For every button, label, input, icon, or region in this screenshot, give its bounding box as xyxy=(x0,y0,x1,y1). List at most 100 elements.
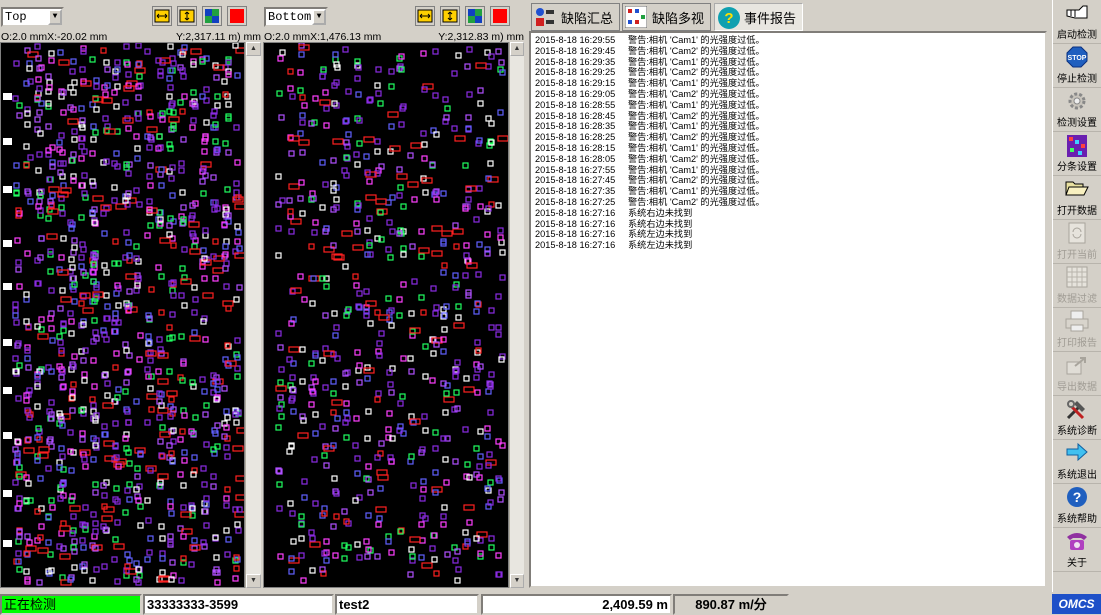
defect-marker[interactable] xyxy=(275,330,282,337)
defect-marker[interactable] xyxy=(301,494,308,501)
defect-marker[interactable] xyxy=(91,317,98,324)
defect-marker[interactable] xyxy=(147,357,154,364)
stop-view-button[interactable] xyxy=(490,6,510,26)
defect-marker[interactable] xyxy=(112,420,119,427)
defect-marker[interactable] xyxy=(343,409,350,416)
defect-marker[interactable] xyxy=(71,538,78,545)
defect-marker[interactable] xyxy=(333,196,340,203)
defect-marker[interactable] xyxy=(214,579,221,586)
defect-marker[interactable] xyxy=(213,74,220,81)
defect-marker[interactable] xyxy=(12,301,19,308)
defect-marker[interactable] xyxy=(418,228,425,235)
defect-marker[interactable] xyxy=(377,485,384,492)
sidebar-button-phone[interactable]: 关于 xyxy=(1053,528,1101,572)
scrollbar-bottom[interactable]: ▲ ▼ xyxy=(509,42,524,588)
defect-marker[interactable] xyxy=(277,394,284,401)
defect-marker[interactable] xyxy=(122,99,129,106)
defect-marker[interactable] xyxy=(59,453,66,460)
defect-marker[interactable] xyxy=(23,296,30,303)
defect-marker[interactable] xyxy=(192,296,199,303)
defect-marker[interactable] xyxy=(159,550,166,557)
defect-marker[interactable] xyxy=(421,413,428,420)
defect-marker[interactable] xyxy=(15,259,22,266)
defect-marker[interactable] xyxy=(144,232,151,239)
defect-marker[interactable] xyxy=(101,423,108,430)
defect-marker[interactable] xyxy=(309,535,316,542)
defect-marker[interactable] xyxy=(300,577,307,584)
defect-marker[interactable] xyxy=(301,478,308,485)
defect-marker[interactable] xyxy=(80,246,87,253)
defect-marker[interactable] xyxy=(144,419,151,426)
defect-marker[interactable] xyxy=(353,151,360,158)
defect-marker[interactable] xyxy=(278,366,285,373)
defect-marker[interactable] xyxy=(323,283,330,290)
defect-marker[interactable] xyxy=(419,537,426,544)
defect-marker[interactable] xyxy=(26,539,33,546)
fit-height-button[interactable] xyxy=(177,6,197,26)
defect-marker[interactable] xyxy=(56,459,63,466)
defect-marker[interactable] xyxy=(59,287,66,294)
defect-marker[interactable] xyxy=(418,521,425,528)
defect-marker[interactable] xyxy=(133,398,140,405)
defect-marker[interactable] xyxy=(148,406,155,413)
defect-marker[interactable] xyxy=(375,506,387,513)
defect-marker[interactable] xyxy=(440,513,447,520)
defect-marker[interactable] xyxy=(15,266,22,273)
defect-marker[interactable] xyxy=(156,414,163,421)
defect-marker[interactable] xyxy=(78,300,85,307)
defect-marker[interactable] xyxy=(210,483,217,490)
tab-defect-summary[interactable]: 缺陷汇总 xyxy=(531,3,621,31)
defect-marker[interactable] xyxy=(367,489,374,496)
defect-marker[interactable] xyxy=(430,285,437,292)
defect-marker[interactable] xyxy=(190,117,197,124)
defect-marker[interactable] xyxy=(104,380,111,387)
defect-marker[interactable] xyxy=(299,346,306,353)
defect-marker[interactable] xyxy=(170,242,177,249)
defect-marker[interactable] xyxy=(191,454,198,461)
defect-marker[interactable] xyxy=(319,357,326,364)
defect-marker[interactable] xyxy=(495,293,502,300)
defect-marker[interactable] xyxy=(309,300,316,307)
defect-marker[interactable] xyxy=(378,440,385,447)
defect-marker[interactable] xyxy=(466,519,473,526)
defect-marker[interactable] xyxy=(299,94,306,101)
defect-marker[interactable] xyxy=(476,241,483,248)
defect-marker[interactable] xyxy=(166,390,178,397)
defect-marker[interactable] xyxy=(12,95,19,102)
defect-marker[interactable] xyxy=(89,150,96,157)
sidebar-button-export[interactable]: 导出数据 xyxy=(1053,352,1101,396)
defect-marker[interactable] xyxy=(111,556,118,563)
defect-marker[interactable] xyxy=(476,185,483,192)
defect-marker[interactable] xyxy=(68,467,75,474)
defect-marker[interactable] xyxy=(455,566,462,573)
defect-marker[interactable] xyxy=(376,340,383,347)
defect-marker[interactable] xyxy=(16,566,23,573)
tab-event-report[interactable]: ? 事件报告 xyxy=(714,3,804,31)
defect-marker[interactable] xyxy=(499,249,506,256)
defect-marker[interactable] xyxy=(398,121,405,128)
defect-marker[interactable] xyxy=(177,99,184,106)
defect-marker[interactable] xyxy=(113,543,125,550)
defect-marker[interactable] xyxy=(36,151,43,158)
defect-marker[interactable] xyxy=(443,479,450,486)
defect-marker[interactable] xyxy=(90,357,97,364)
defect-marker[interactable] xyxy=(407,458,414,465)
defect-marker[interactable] xyxy=(112,536,119,543)
defect-marker[interactable] xyxy=(125,419,132,426)
defect-marker[interactable] xyxy=(146,198,153,205)
defect-marker[interactable] xyxy=(178,577,185,584)
defect-marker[interactable] xyxy=(366,178,373,185)
defect-marker[interactable] xyxy=(453,243,460,250)
defect-marker[interactable] xyxy=(388,83,395,90)
defect-marker[interactable] xyxy=(286,197,293,204)
defect-marker[interactable] xyxy=(385,533,392,540)
defect-marker[interactable] xyxy=(124,551,131,558)
defect-marker[interactable] xyxy=(79,66,86,73)
defect-marker[interactable] xyxy=(224,453,231,460)
defect-marker[interactable] xyxy=(60,296,72,303)
defect-marker[interactable] xyxy=(25,364,32,371)
defect-marker[interactable] xyxy=(279,49,286,56)
defect-marker[interactable] xyxy=(454,135,466,142)
defect-marker[interactable] xyxy=(233,124,240,131)
defect-marker[interactable] xyxy=(321,452,328,459)
